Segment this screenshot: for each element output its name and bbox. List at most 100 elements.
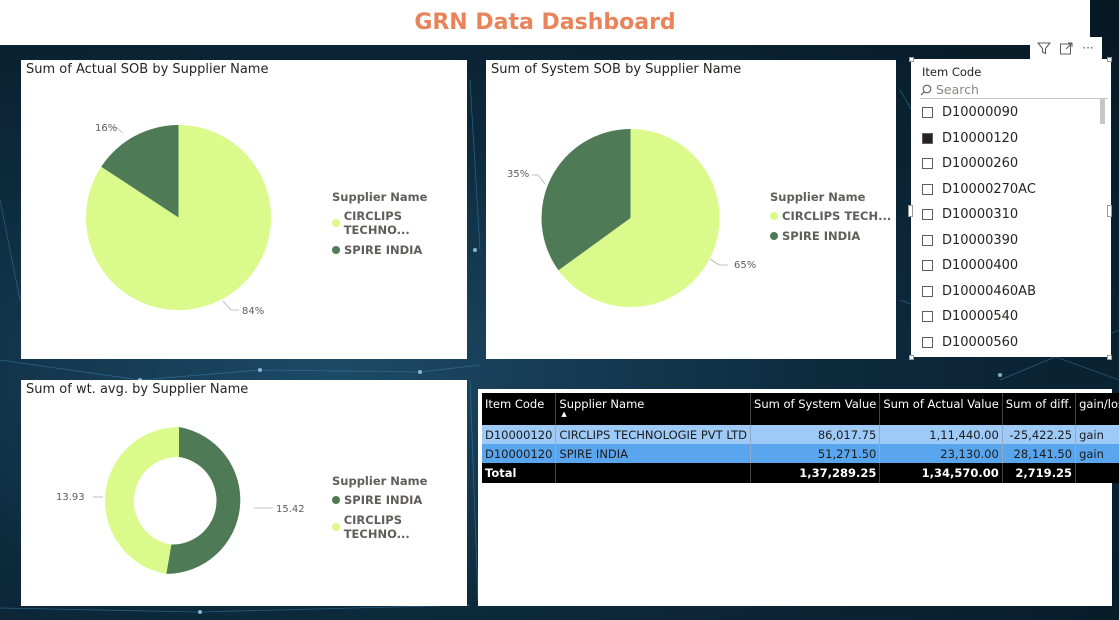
slicer-item[interactable]: D10000260 <box>922 151 1102 177</box>
checkbox-icon[interactable] <box>922 285 933 297</box>
legend-dot-icon <box>332 523 340 531</box>
legend-item-circlips[interactable]: CIRCLIPS TECHNO... <box>332 209 467 237</box>
system-sob-card: Sum of System SOB by Supplier Name 35% 6… <box>486 60 896 359</box>
slicer-item-label: D10000090 <box>942 105 1019 121</box>
legend-item-circlips[interactable]: CIRCLIPS TECH... <box>770 209 891 223</box>
slicer-item[interactable]: D10000270AC <box>922 177 1102 203</box>
checkbox-icon[interactable] <box>922 158 933 170</box>
slicer-item-label: D10000260 <box>942 156 1019 172</box>
focus-mode-icon[interactable] <box>1055 38 1077 58</box>
checkbox-icon[interactable] <box>922 260 933 272</box>
search-placeholder: Search <box>936 82 979 97</box>
legend-item-spire[interactable]: SPIRE INDIA <box>332 493 467 507</box>
cell-system-value: 86,017.75 <box>750 425 881 444</box>
slicer-item-label: D10000560 <box>942 334 1019 350</box>
slicer-item[interactable]: D10000540 <box>922 304 1102 330</box>
slicer-scrollbar[interactable] <box>1100 98 1105 124</box>
total-diff: 2,719.25 <box>1002 463 1077 483</box>
table-total-row: Total 1,37,289.25 1,34,570.00 2,719.25 <box>482 463 1119 483</box>
legend-item-spire[interactable]: SPIRE INDIA <box>332 243 467 257</box>
legend-item-spire[interactable]: SPIRE INDIA <box>770 229 891 243</box>
data-label-spire: 15.42 <box>276 504 305 515</box>
table-header-row: Item Code Supplier Name ▲ Sum of System V… <box>482 393 1119 425</box>
total-gain-loss <box>1075 463 1119 483</box>
checkbox-icon[interactable] <box>922 234 933 246</box>
resize-handle[interactable] <box>1107 57 1112 62</box>
slicer-item[interactable]: D10000090 <box>922 100 1102 126</box>
header-bar: GRN Data Dashboard <box>0 0 1090 45</box>
table-row[interactable]: D10000120 CIRCLIPS TECHNOLOGIE PVT LTD 8… <box>482 425 1119 444</box>
checkbox-icon[interactable] <box>922 183 933 195</box>
cell-item-code: D10000120 <box>482 425 557 444</box>
slicer-item[interactable]: D10000400 <box>922 253 1102 279</box>
legend-label: CIRCLIPS TECHNO... <box>343 513 410 541</box>
system-sob-legend: Supplier Name CIRCLIPS TECH... SPIRE IND… <box>770 190 891 249</box>
col-header-gain-loss[interactable]: gain/loss <box>1075 393 1119 425</box>
slicer-item-label: D10000390 <box>942 232 1019 248</box>
cell-gain-loss: gain <box>1075 425 1119 444</box>
data-label-circlips: 84% <box>242 306 264 317</box>
checkbox-icon[interactable] <box>922 107 933 119</box>
slicer-item-label: D10000460AB <box>942 283 1036 299</box>
data-label-spire: 16% <box>95 123 117 134</box>
wt-avg-legend: Supplier Name SPIRE INDIA CIRCLIPS TECHN… <box>332 474 467 547</box>
legend-label: SPIRE INDIA <box>344 493 423 507</box>
cell-supplier-name: SPIRE INDIA <box>555 444 752 463</box>
data-label-spire: 35% <box>507 169 529 180</box>
slicer-item-label: D10000310 <box>942 207 1019 223</box>
resize-handle[interactable] <box>1107 355 1112 360</box>
checkbox-icon[interactable] <box>922 209 933 221</box>
slicer-item[interactable]: D10000560 <box>922 330 1102 356</box>
col-header-item-code[interactable]: Item Code <box>482 393 557 425</box>
slicer-item[interactable]: D10000310 <box>922 202 1102 228</box>
legend-dot-icon <box>332 219 340 227</box>
slicer-title: Item Code <box>922 65 982 79</box>
actual-sob-card: Sum of Actual SOB by Supplier Name 16% 8… <box>21 60 467 359</box>
legend-label: SPIRE INDIA <box>782 229 861 243</box>
slicer-search-field[interactable]: Search <box>920 81 1108 99</box>
col-header-diff[interactable]: Sum of diff. <box>1002 393 1077 425</box>
col-header-supplier-name[interactable]: Supplier Name ▲ <box>555 393 752 425</box>
cell-diff: -25,422.25 <box>1002 425 1077 444</box>
wt-avg-card: Sum of wt. avg. by Supplier Name 13.93 1… <box>21 380 467 606</box>
resize-handle[interactable] <box>1107 205 1112 217</box>
slicer-list: D10000090 D10000120 D10000260 D10000270AC D1… <box>922 100 1102 355</box>
legend-label: SPIRE INDIA <box>344 243 423 257</box>
cell-system-value: 51,271.50 <box>750 444 881 463</box>
resize-handle[interactable] <box>908 205 913 217</box>
legend-dot-icon <box>770 212 778 220</box>
legend-dot-icon <box>332 246 340 254</box>
total-cell-empty <box>555 463 752 483</box>
table-row[interactable]: D10000120 SPIRE INDIA 51,271.50 23,130.0… <box>482 444 1119 463</box>
slicer-item[interactable]: D10000390 <box>922 228 1102 254</box>
cell-actual-value: 23,130.00 <box>879 444 1003 463</box>
cell-supplier-name: CIRCLIPS TECHNOLOGIE PVT LTD <box>555 425 752 444</box>
data-label-circlips: 13.93 <box>56 492 85 503</box>
slicer-item[interactable]: D10000120 <box>922 126 1102 152</box>
slicer-item[interactable]: D10000460AB <box>922 279 1102 305</box>
visual-header-toolbar: ··· <box>1030 37 1102 59</box>
checkbox-icon[interactable] <box>922 311 933 323</box>
sort-ascending-icon: ▲ <box>561 410 567 418</box>
resize-handle[interactable] <box>909 57 914 62</box>
item-code-slicer: Item Code Search D10000090 D10000120 D1000… <box>911 59 1111 357</box>
filter-icon[interactable] <box>1033 38 1055 58</box>
total-label: Total <box>482 463 557 483</box>
col-header-actual-value[interactable]: Sum of Actual Value <box>879 393 1003 425</box>
data-label-circlips: 65% <box>734 260 756 271</box>
cell-item-code: D10000120 <box>482 444 557 463</box>
col-header-system-value[interactable]: Sum of System Value <box>750 393 881 425</box>
cell-gain-loss: gain <box>1075 444 1119 463</box>
donut-slice-circlips[interactable] <box>105 427 179 574</box>
legend-label: CIRCLIPS TECH... <box>782 209 892 223</box>
legend-item-circlips[interactable]: CIRCLIPS TECHNO... <box>332 513 467 541</box>
cell-diff: 28,141.50 <box>1002 444 1077 463</box>
checkbox-checked-icon[interactable] <box>922 132 933 144</box>
resize-handle[interactable] <box>909 355 914 360</box>
checkbox-icon[interactable] <box>922 336 933 348</box>
grn-table: Item Code Supplier Name ▲ Sum of System V… <box>482 393 1119 483</box>
legend-dot-icon <box>770 232 778 240</box>
cell-actual-value: 1,11,440.00 <box>879 425 1003 444</box>
legend-label: CIRCLIPS TECHNO... <box>343 209 410 237</box>
more-options-icon[interactable]: ··· <box>1077 38 1099 58</box>
